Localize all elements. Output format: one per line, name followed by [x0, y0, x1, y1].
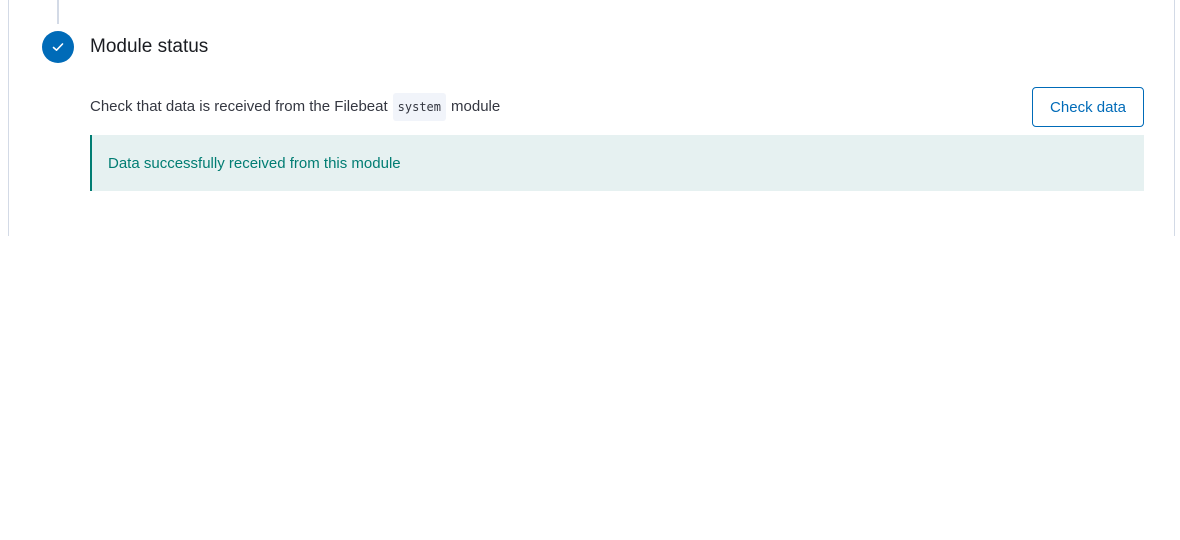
step-connector-line: [57, 0, 59, 24]
check-icon: [52, 43, 64, 51]
module-name-code: system: [392, 93, 447, 121]
success-callout: Data successfully received from this mod…: [90, 135, 1144, 191]
description-suffix: module: [451, 98, 501, 115]
step-description: Check that data is received from the Fil…: [90, 93, 500, 121]
step-complete-indicator: [42, 31, 74, 63]
check-data-button[interactable]: Check data: [1032, 87, 1144, 127]
module-status-panel: Module status Check that data is receive…: [8, 0, 1175, 236]
description-prefix: Check that data is received from the Fil…: [90, 98, 388, 115]
success-callout-message: Data successfully received from this mod…: [108, 154, 401, 172]
step-title: Module status: [90, 36, 209, 57]
